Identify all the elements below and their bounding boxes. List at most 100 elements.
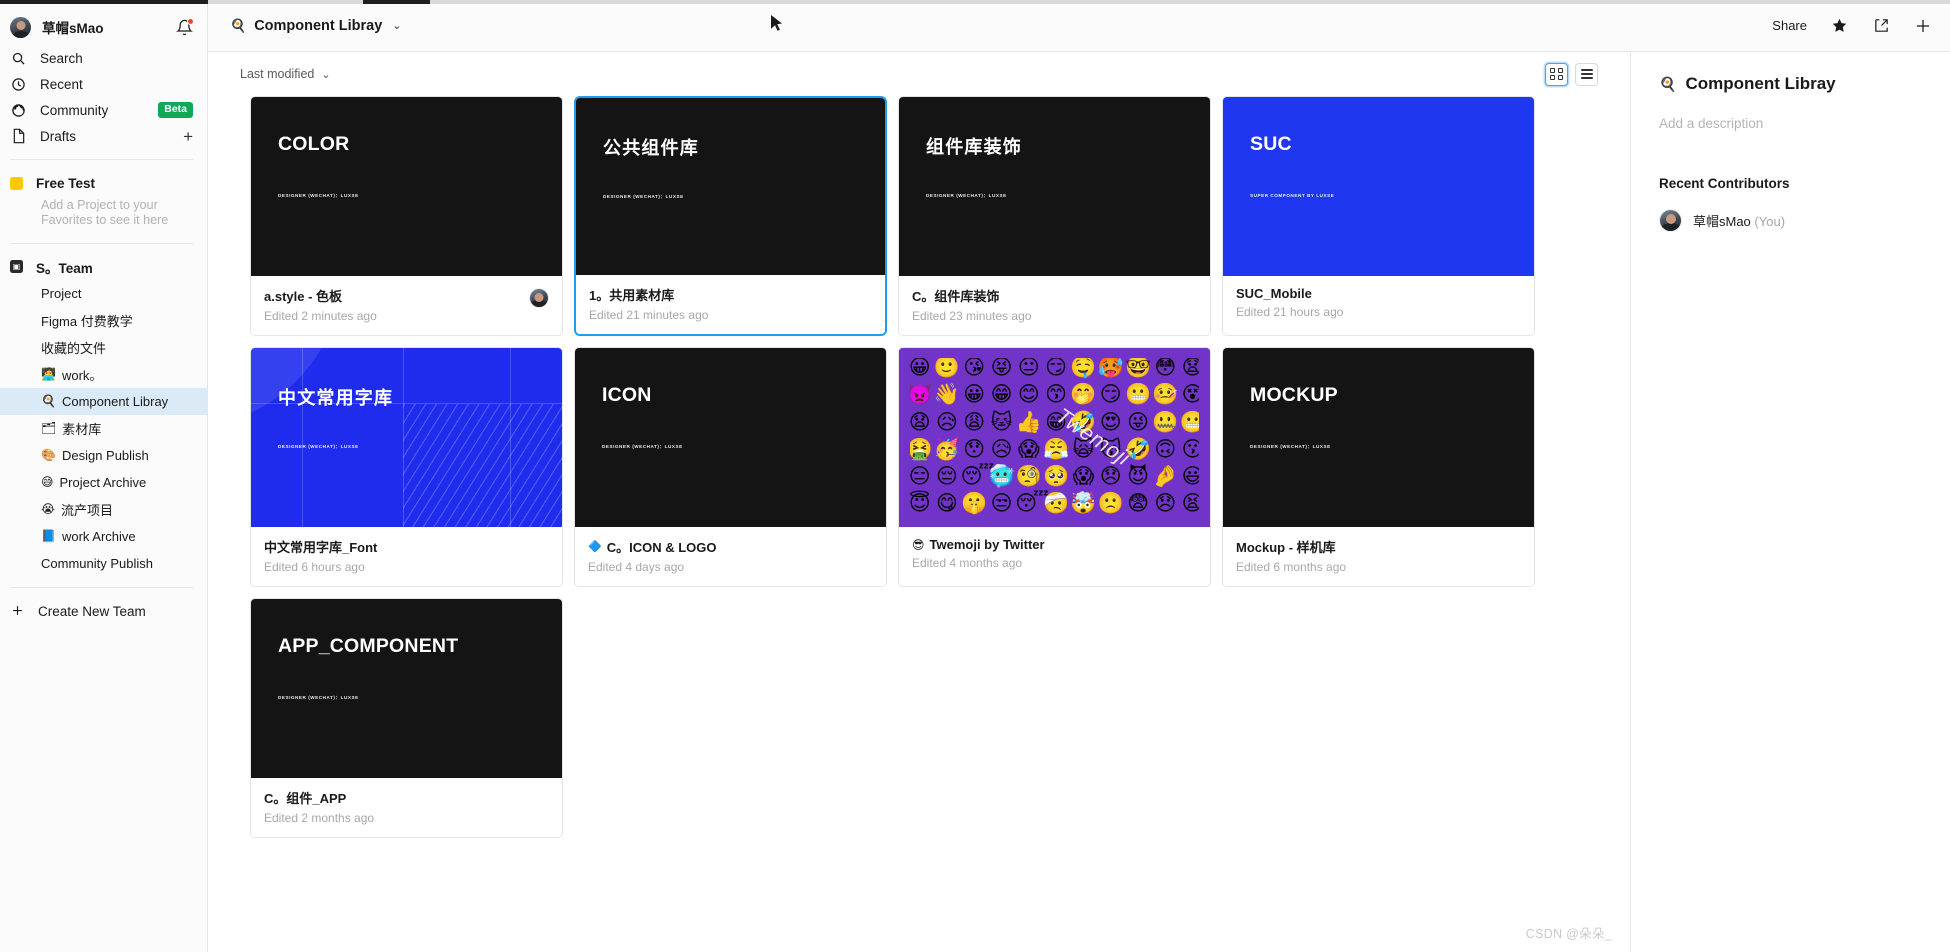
files-toolbar: Last modified ⌄ xyxy=(208,52,1630,96)
file-name: a.style - 色板 xyxy=(264,289,343,304)
file-card[interactable]: MOCKUP DESIGNER (WECHAT)：LUXSE Mockup - … xyxy=(1222,347,1535,587)
plus-icon[interactable] xyxy=(1913,16,1933,36)
sidebar-item-project[interactable]: Project xyxy=(0,280,207,307)
file-meta: Mockup - 样机库 Edited 6 months ago xyxy=(1223,527,1534,586)
search-icon xyxy=(10,50,27,67)
file-thumbnail[interactable]: ICON DESIGNER (WECHAT)：LUXSE xyxy=(575,348,886,527)
book-icon: 📘 xyxy=(41,529,56,543)
thumbnail-subtitle: DESIGNER (WECHAT)：LUXSE xyxy=(278,193,359,198)
sidebar-item-aborted-projects[interactable]: 😭 流产项目 xyxy=(0,496,207,523)
thumbnail-title: SUC xyxy=(1250,133,1292,155)
clock-icon xyxy=(10,76,27,93)
file-meta: C。组件_APP Edited 2 months ago xyxy=(251,778,562,837)
files-content: Last modified ⌄ COLOR DESIGNER (WECHAT)：… xyxy=(208,52,1630,952)
file-card[interactable]: ICON DESIGNER (WECHAT)：LUXSE 🔷 C。ICON & … xyxy=(574,347,887,587)
create-new-team-button[interactable]: Create New Team xyxy=(0,598,207,626)
sidebar-item-recent[interactable]: Recent xyxy=(0,71,207,97)
sidebar-item-label: Community Publish xyxy=(41,555,153,571)
sidebar-item-project-archive[interactable]: 😅 Project Archive xyxy=(0,469,207,496)
divider xyxy=(10,159,193,160)
thumbnail-subtitle: DESIGNER (WECHAT)：LUXSE xyxy=(278,444,359,449)
add-draft-icon[interactable]: + xyxy=(183,128,193,145)
file-card[interactable]: 😀🙂😘😝😐😏🤤🥵🤓😳😧😣👿👋😀😁😊😙🤭😏😬🤒😵😟😧😥😩🐱👍😁🤣😍😜🤐😬😔🤮🥳😯😥… xyxy=(898,347,1211,587)
favorite-color-swatch xyxy=(10,176,23,190)
file-card[interactable]: APP_COMPONENT DESIGNER (WECHAT)：LUXSE C。… xyxy=(250,598,563,838)
file-card[interactable]: SUC SUPER COMPONENT BY LUXSE SUC_Mobile … xyxy=(1222,96,1535,336)
sidebar-item-label: Community xyxy=(40,102,109,118)
file-thumbnail[interactable]: 中文常用字库 DESIGNER (WECHAT)：LUXSE xyxy=(251,348,562,527)
description-input[interactable]: Add a description xyxy=(1659,116,1926,131)
sidebar-item-label: 素材库 xyxy=(62,421,102,437)
sidebar: 草帽sMao Search Recent Community Beta Draf… xyxy=(0,0,208,952)
sidebar-item-label: Search xyxy=(40,50,83,66)
sidebar-item-label: Drafts xyxy=(40,128,77,144)
file-edited-time: Edited 6 months ago xyxy=(1236,560,1347,574)
sidebar-item-label: Design Publish xyxy=(61,447,149,463)
grid-view-icon xyxy=(1550,67,1563,81)
file-thumbnail[interactable]: MOCKUP DESIGNER (WECHAT)：LUXSE xyxy=(1223,348,1534,527)
file-thumbnail[interactable]: 公共组件库 DESIGNER (WECHAT)：LUXSE xyxy=(576,98,885,275)
team-section-header[interactable]: ▣ S。Team xyxy=(0,254,207,280)
sidebar-item-figma-paid-course[interactable]: Figma 付费教学 xyxy=(0,307,207,334)
share-button[interactable]: Share xyxy=(1772,18,1807,33)
share-export-icon[interactable] xyxy=(1871,16,1891,36)
file-card[interactable]: 中文常用字库 DESIGNER (WECHAT)：LUXSE 中文常用字库_Fo… xyxy=(250,347,563,587)
thumbnail-title: APP_COMPONENT xyxy=(278,635,459,657)
favorites-title: Free Test xyxy=(36,175,96,191)
sidebar-item-label: Project xyxy=(41,285,82,301)
chevron-down-icon[interactable]: ⌄ xyxy=(392,19,401,32)
divider xyxy=(10,242,193,244)
sidebar-item-label: work Archive xyxy=(61,528,136,544)
sidebar-item-material-library[interactable]: 🗂 素材库 xyxy=(0,415,207,442)
team-title: S。Team xyxy=(36,260,93,276)
sidebar-item-community[interactable]: Community Beta xyxy=(0,97,207,123)
sort-dropdown[interactable]: Last modified ⌄ xyxy=(240,67,331,81)
sidebar-item-work[interactable]: 🧑‍💻 work。 xyxy=(0,361,207,388)
contributor-row[interactable]: 草帽sMao (You) xyxy=(1659,209,1926,232)
sidebar-item-label: Project Archive xyxy=(59,474,147,490)
list-view-icon xyxy=(1580,68,1593,80)
sidebar-item-work-archive[interactable]: 📘 work Archive xyxy=(0,523,207,550)
thumbnail-title: COLOR xyxy=(278,133,350,155)
sidebar-item-search[interactable]: Search xyxy=(0,45,207,71)
sidebar-user-row[interactable]: 草帽sMao xyxy=(0,9,207,45)
sidebar-item-design-publish[interactable]: 🎨 Design Publish xyxy=(0,442,207,469)
body-area: Last modified ⌄ COLOR DESIGNER (WECHAT)：… xyxy=(208,52,1950,952)
loudly-crying-icon: 😭 xyxy=(41,502,56,516)
file-thumbnail[interactable]: 😀🙂😘😝😐😏🤤🥵🤓😳😧😣👿👋😀😁😊😙🤭😏😬🤒😵😟😧😥😩🐱👍😁🤣😍😜🤐😬😔🤮🥳😯😥… xyxy=(899,348,1210,527)
sidebar-item-favorite-files[interactable]: 收藏的文件 xyxy=(0,334,207,361)
details-panel: 🍳 Component Libray Add a description Rec… xyxy=(1630,52,1950,952)
star-icon[interactable] xyxy=(1829,16,1849,36)
file-meta: SUC_Mobile Edited 21 hours ago xyxy=(1223,276,1534,331)
file-edited-time: Edited 4 days ago xyxy=(588,560,685,574)
favorites-section-header[interactable]: Free Test xyxy=(0,170,207,196)
file-thumbnail[interactable]: SUC SUPER COMPONENT BY LUXSE xyxy=(1223,97,1534,276)
sidebar-item-component-libray[interactable]: 🍳 Component Libray xyxy=(0,387,207,415)
file-meta: 1。共用素材库 Edited 21 minutes ago xyxy=(576,275,885,334)
sidebar-username: 草帽sMao xyxy=(42,21,104,36)
file-thumbnail[interactable]: APP_COMPONENT DESIGNER (WECHAT)：LUXSE xyxy=(251,599,562,778)
sidebar-item-drafts[interactable]: Drafts + xyxy=(0,123,207,149)
file-edited-time: Edited 6 hours ago xyxy=(264,560,365,574)
sidebar-item-label: 收藏的文件 xyxy=(41,340,107,356)
list-view-button[interactable] xyxy=(1575,62,1598,86)
sidebar-item-community-publish[interactable]: Community Publish xyxy=(0,550,207,577)
file-thumbnail[interactable]: 组件库装饰 DESIGNER (WECHAT)：LUXSE xyxy=(899,97,1210,276)
thumbnail-subtitle: DESIGNER (WECHAT)：LUXSE xyxy=(603,194,684,199)
file-meta: a.style - 色板 Edited 2 minutes ago xyxy=(251,276,562,335)
window-chrome-strip xyxy=(0,0,1950,4)
file-thumbnail[interactable]: COLOR DESIGNER (WECHAT)：LUXSE xyxy=(251,97,562,276)
diamond-icon: 🔷 xyxy=(588,541,602,553)
file-card[interactable]: COLOR DESIGNER (WECHAT)：LUXSE a.style - … xyxy=(250,96,563,336)
thumbnail-title: MOCKUP xyxy=(1250,384,1338,406)
breadcrumb[interactable]: 🍳 Component Libray ⌄ xyxy=(230,18,402,34)
grid-view-button[interactable] xyxy=(1545,62,1568,86)
file-card[interactable]: 组件库装饰 DESIGNER (WECHAT)：LUXSE C。组件库装饰 Ed… xyxy=(898,96,1211,336)
bell-icon[interactable] xyxy=(176,17,194,36)
file-grid: COLOR DESIGNER (WECHAT)：LUXSE a.style - … xyxy=(218,96,1630,838)
details-title: Component Libray xyxy=(1685,74,1836,93)
contributors-heading: Recent Contributors xyxy=(1659,176,1790,191)
file-meta: 🔷 C。ICON & LOGO Edited 4 days ago xyxy=(575,527,886,586)
file-card[interactable]: 公共组件库 DESIGNER (WECHAT)：LUXSE 1。共用素材库 Ed… xyxy=(574,96,887,336)
sunglasses-icon: 😎 xyxy=(912,537,925,552)
